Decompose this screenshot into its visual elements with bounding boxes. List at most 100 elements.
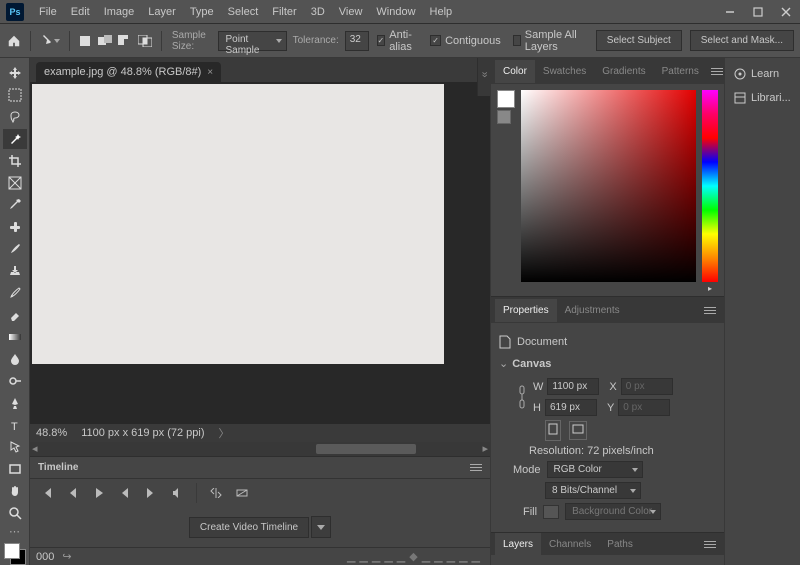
menu-3d[interactable]: 3D xyxy=(304,2,332,22)
timeline-play[interactable] xyxy=(88,483,110,503)
timeline-last-frame[interactable] xyxy=(140,483,162,503)
magic-wand-tool[interactable] xyxy=(3,129,27,149)
color-tab[interactable]: Color xyxy=(495,60,535,83)
color-picker-field[interactable] xyxy=(521,90,696,282)
eyedropper-tool[interactable] xyxy=(3,195,27,215)
horizontal-scrollbar[interactable]: ◂ ▸ xyxy=(30,442,490,456)
tolerance-input[interactable]: 32 xyxy=(345,31,369,51)
timeline-next-frame[interactable] xyxy=(114,483,136,503)
canvas-y-input[interactable]: 0 px xyxy=(618,399,670,416)
rectangle-tool[interactable] xyxy=(3,459,27,479)
menu-view[interactable]: View xyxy=(332,2,370,22)
timeline-audio[interactable] xyxy=(166,483,188,503)
move-tool[interactable] xyxy=(3,63,27,83)
color-mode-select[interactable]: RGB Color xyxy=(547,461,643,478)
clone-stamp-tool[interactable] xyxy=(3,261,27,281)
pen-tool[interactable] xyxy=(3,393,27,413)
document-tab[interactable]: example.jpg @ 48.8% (RGB/8#) × xyxy=(36,62,221,82)
sample-size-select[interactable]: Point Sample xyxy=(218,31,286,51)
orientation-landscape-button[interactable] xyxy=(569,421,587,440)
menu-edit[interactable]: Edit xyxy=(64,2,97,22)
zoom-tool[interactable] xyxy=(3,503,27,523)
background-swatch[interactable] xyxy=(497,110,511,124)
close-tab-icon[interactable]: × xyxy=(207,67,213,78)
menu-layer[interactable]: Layer xyxy=(141,2,183,22)
canvas-width-input[interactable]: 1100 px xyxy=(547,378,599,395)
canvas-section-toggle[interactable]: ⌄Canvas xyxy=(499,353,716,374)
intersect-selection-button[interactable] xyxy=(137,30,153,52)
subtract-from-selection-button[interactable] xyxy=(117,30,133,52)
brush-tool[interactable] xyxy=(3,239,27,259)
antialias-checkbox[interactable]: ✓Anti-alias xyxy=(377,29,419,53)
orientation-portrait-button[interactable] xyxy=(545,420,561,441)
gradient-tool[interactable] xyxy=(3,327,27,347)
marquee-tool[interactable] xyxy=(3,85,27,105)
status-bar-menu-icon[interactable]: 〉 xyxy=(219,425,230,441)
menu-filter[interactable]: Filter xyxy=(265,2,303,22)
canvas[interactable] xyxy=(32,84,444,364)
patterns-tab[interactable]: Patterns xyxy=(654,60,707,83)
adjustments-tab[interactable]: Adjustments xyxy=(557,299,628,322)
timeline-split[interactable] xyxy=(205,483,227,503)
timeline-zoom-slider[interactable]: ▁▁▁▁▁◆▁▁▁▁▁ xyxy=(347,550,484,563)
menu-image[interactable]: Image xyxy=(97,2,142,22)
panel-collapse-strip[interactable]: » xyxy=(490,58,491,96)
foreground-swatch[interactable] xyxy=(497,90,515,108)
healing-brush-tool[interactable] xyxy=(3,217,27,237)
blur-tool[interactable] xyxy=(3,349,27,369)
create-timeline-dropdown[interactable] xyxy=(311,516,331,538)
close-button[interactable] xyxy=(772,0,800,24)
color-panel-menu-icon[interactable] xyxy=(707,64,724,79)
crop-tool[interactable] xyxy=(3,151,27,171)
channels-tab[interactable]: Channels xyxy=(541,533,599,556)
fill-swatch[interactable] xyxy=(543,505,559,519)
menu-window[interactable]: Window xyxy=(369,2,422,22)
eraser-tool[interactable] xyxy=(3,305,27,325)
fill-select[interactable]: Background Color xyxy=(565,503,661,520)
hand-tool[interactable] xyxy=(3,481,27,501)
dodge-tool[interactable] xyxy=(3,371,27,391)
swatches-tab[interactable]: Swatches xyxy=(535,60,594,83)
color-fg-bg-swatches[interactable] xyxy=(497,90,515,290)
history-brush-tool[interactable] xyxy=(3,283,27,303)
properties-tab[interactable]: Properties xyxy=(495,299,557,322)
select-subject-button[interactable]: Select Subject xyxy=(596,30,682,51)
layers-panel-menu-icon[interactable] xyxy=(700,537,720,552)
canvas-x-input[interactable]: 0 px xyxy=(621,378,673,395)
menu-select[interactable]: Select xyxy=(221,2,266,22)
menu-help[interactable]: Help xyxy=(423,2,460,22)
add-to-selection-button[interactable] xyxy=(97,30,113,52)
select-and-mask-button[interactable]: Select and Mask... xyxy=(690,30,794,51)
minimize-button[interactable] xyxy=(716,0,744,24)
timeline-first-frame[interactable] xyxy=(36,483,58,503)
menu-file[interactable]: File xyxy=(32,2,64,22)
type-tool[interactable]: T xyxy=(3,415,27,435)
timeline-transition[interactable] xyxy=(231,483,253,503)
frame-tool[interactable] xyxy=(3,173,27,193)
home-button[interactable] xyxy=(6,30,22,52)
canvas-height-input[interactable]: 619 px xyxy=(545,399,597,416)
learn-panel-button[interactable]: Learn xyxy=(727,62,798,86)
timeline-prev-frame[interactable] xyxy=(62,483,84,503)
menu-type[interactable]: Type xyxy=(183,2,221,22)
properties-panel-menu-icon[interactable] xyxy=(700,303,720,318)
paths-tab[interactable]: Paths xyxy=(599,533,641,556)
new-selection-button[interactable] xyxy=(77,30,93,52)
libraries-panel-button[interactable]: Librari... xyxy=(727,86,798,110)
lasso-tool[interactable] xyxy=(3,107,27,127)
scrollbar-thumb[interactable] xyxy=(316,444,416,454)
timeline-convert-icon[interactable]: ↪ xyxy=(62,550,71,563)
gradients-tab[interactable]: Gradients xyxy=(594,60,653,83)
bit-depth-select[interactable]: 8 Bits/Channel xyxy=(545,482,641,499)
contiguous-checkbox[interactable]: ✓Contiguous xyxy=(430,35,501,47)
link-dimensions-icon[interactable] xyxy=(517,384,527,410)
tool-preset-picker[interactable] xyxy=(39,30,61,52)
edit-toolbar-button[interactable]: ⋯ xyxy=(3,525,27,538)
hue-slider[interactable] xyxy=(702,90,718,282)
path-selection-tool[interactable] xyxy=(3,437,27,457)
color-swatches[interactable] xyxy=(2,543,28,565)
layers-tab[interactable]: Layers xyxy=(495,533,541,556)
sample-all-layers-checkbox[interactable]: Sample All Layers xyxy=(513,29,584,53)
create-video-timeline-button[interactable]: Create Video Timeline xyxy=(189,517,309,538)
maximize-button[interactable] xyxy=(744,0,772,24)
